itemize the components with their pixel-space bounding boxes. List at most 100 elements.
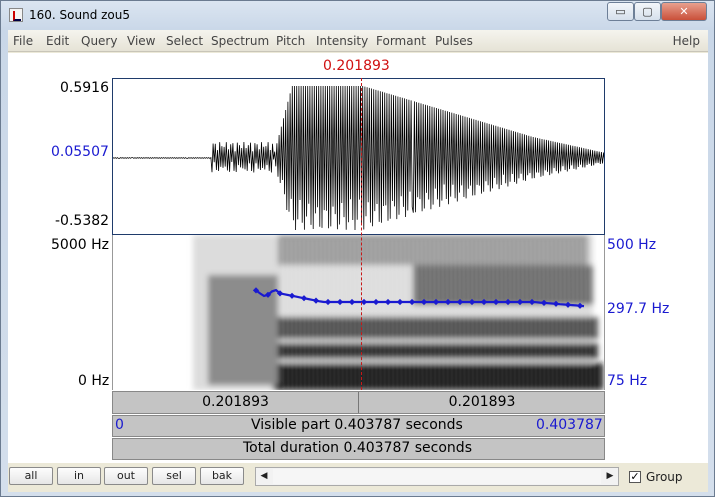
spectrogram-striation bbox=[420, 239, 424, 390]
menu-query[interactable]: Query bbox=[81, 34, 117, 48]
spectrogram-striation bbox=[391, 239, 394, 390]
spectrogram-striation bbox=[315, 239, 319, 390]
zoom-back-button[interactable]: bak bbox=[200, 467, 244, 485]
spectrogram-striation bbox=[572, 239, 575, 390]
spectrogram-striation bbox=[383, 239, 386, 390]
menu-pulses[interactable]: Pulses bbox=[435, 34, 473, 48]
spectrogram-striation bbox=[454, 239, 457, 390]
waveform-trace bbox=[113, 85, 604, 231]
title-bar[interactable]: 160. Sound zou5 ▭ ▢ ✕ bbox=[1, 1, 714, 29]
time-cursor-line bbox=[361, 78, 362, 390]
spectrogram-striation bbox=[399, 239, 403, 390]
spectrogram-striation bbox=[475, 239, 478, 390]
spectrogram-striation bbox=[483, 239, 487, 390]
scroll-right-arrow-icon[interactable]: ▶ bbox=[602, 468, 618, 485]
cursor-time-label: 0.201893 bbox=[323, 58, 390, 74]
right-segment[interactable]: 0.201893 bbox=[360, 392, 604, 413]
maximize-button[interactable]: ▢ bbox=[634, 2, 661, 21]
menu-view[interactable]: View bbox=[127, 34, 155, 48]
spectrogram-striation bbox=[324, 239, 327, 390]
spectrogram-striation bbox=[387, 239, 390, 390]
spectrogram-max-freq-label: 5000 Hz bbox=[51, 237, 109, 253]
spectrogram-striation bbox=[336, 239, 340, 390]
spectrogram-striation bbox=[525, 239, 529, 390]
waveform-plot bbox=[113, 85, 604, 231]
spectrogram-striation bbox=[546, 239, 550, 390]
spectrogram-min-freq-label: 0 Hz bbox=[78, 373, 110, 389]
spectrogram-striation bbox=[551, 239, 554, 390]
waveform-min-label: -0.5382 bbox=[55, 213, 110, 229]
spectrogram-striation bbox=[542, 239, 546, 390]
spectrogram-striation bbox=[404, 239, 407, 390]
menu-select[interactable]: Select bbox=[166, 34, 203, 48]
spectrogram-striation bbox=[500, 239, 504, 390]
spectrogram-striation bbox=[395, 239, 399, 390]
spectrogram-striation bbox=[593, 239, 596, 390]
menu-help[interactable]: Help bbox=[673, 34, 700, 48]
zoom-selection-button[interactable]: sel bbox=[152, 467, 196, 485]
spectrogram-striation bbox=[563, 239, 567, 390]
menu-pitch[interactable]: Pitch bbox=[276, 34, 305, 48]
scrollbar-thumb[interactable] bbox=[273, 469, 601, 484]
spectrogram-striation bbox=[576, 239, 579, 390]
menu-spectrum[interactable]: Spectrum bbox=[211, 34, 269, 48]
spectrogram-striation bbox=[294, 239, 298, 390]
zoom-all-button[interactable]: all bbox=[9, 467, 53, 485]
visible-part-bar[interactable]: Visible part 0.403787 seconds bbox=[112, 415, 605, 437]
menu-intensity[interactable]: Intensity bbox=[316, 34, 368, 48]
spectrogram-striation bbox=[370, 239, 373, 390]
spectrogram-striation bbox=[584, 239, 588, 390]
spectrogram-striation bbox=[517, 239, 520, 390]
spectrogram-striation bbox=[446, 239, 449, 390]
spectrogram-striation bbox=[597, 239, 600, 390]
zoom-out-button[interactable]: out bbox=[104, 467, 148, 485]
spectrogram-band-base bbox=[273, 363, 603, 390]
scroll-left-arrow-icon[interactable]: ◀ bbox=[256, 468, 272, 485]
pitch-current-label: 297.7 Hz bbox=[607, 301, 670, 317]
menu-formant[interactable]: Formant bbox=[376, 34, 426, 48]
spectrogram-striation bbox=[357, 239, 361, 390]
total-duration-bar[interactable]: Total duration 0.403787 seconds bbox=[112, 438, 605, 460]
group-checkbox[interactable]: ✓ bbox=[629, 471, 641, 483]
menu-edit[interactable]: Edit bbox=[46, 34, 69, 48]
client-area: File Edit Query View Select Spectrum Pit… bbox=[8, 30, 708, 492]
spectrogram-striation bbox=[433, 239, 436, 390]
waveform-max-label: 0.5916 bbox=[60, 80, 109, 96]
spectrogram-striation bbox=[458, 239, 462, 390]
minimize-button[interactable]: ▭ bbox=[607, 2, 634, 21]
group-label: Group bbox=[646, 470, 683, 484]
visible-part-label: Visible part 0.403787 seconds bbox=[251, 417, 463, 433]
spectrogram-striation bbox=[567, 239, 571, 390]
horizontal-scrollbar[interactable]: ◀ ▶ bbox=[255, 467, 619, 486]
spectrogram-striation bbox=[559, 239, 562, 390]
spectrogram-striation bbox=[530, 239, 533, 390]
spectrogram-onset bbox=[208, 275, 278, 385]
spectrogram-striation bbox=[311, 239, 315, 390]
spectrogram-striation bbox=[303, 239, 306, 390]
spectrogram-striation bbox=[504, 239, 508, 390]
spectrogram-panel[interactable] bbox=[112, 235, 605, 390]
spectrogram-striation bbox=[513, 239, 516, 390]
spectrogram-striation bbox=[580, 239, 583, 390]
sound-editor-canvas[interactable]: 0.201893 0.5916 0.05507 -0.5382 5000 Hz … bbox=[8, 53, 708, 463]
spectrogram-striation bbox=[534, 239, 537, 390]
spectrogram-striation bbox=[441, 239, 445, 390]
pitch-min-label: 75 Hz bbox=[607, 373, 648, 389]
spectrogram-striation bbox=[492, 239, 495, 390]
spectrogram-striation bbox=[378, 239, 382, 390]
waveform-panel[interactable] bbox=[112, 78, 605, 235]
selection-bar[interactable]: 0.201893 0.201893 bbox=[112, 391, 605, 414]
zoom-in-button[interactable]: in bbox=[57, 467, 101, 485]
spectrogram-striation bbox=[353, 239, 357, 390]
spectrogram-plot bbox=[193, 235, 603, 390]
left-segment[interactable]: 0.201893 bbox=[113, 392, 359, 413]
spectrogram-striation bbox=[467, 239, 470, 390]
spectrogram-striation bbox=[429, 239, 432, 390]
close-button[interactable]: ✕ bbox=[661, 2, 707, 21]
visible-start-label: 0 bbox=[115, 417, 124, 433]
spectrogram-striation bbox=[332, 239, 336, 390]
menu-file[interactable]: File bbox=[13, 34, 33, 48]
spectrogram-striation bbox=[555, 239, 558, 390]
spectrogram-striation bbox=[521, 239, 525, 390]
spectrogram-striation bbox=[416, 239, 420, 390]
